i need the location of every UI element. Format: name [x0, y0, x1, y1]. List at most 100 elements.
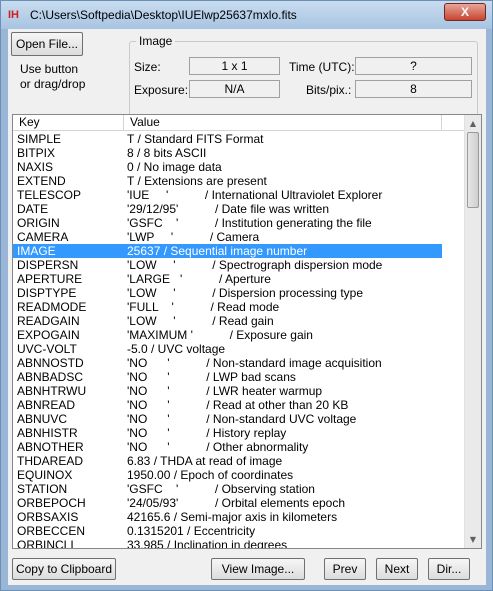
table-row[interactable]: EQUINOX 1950.00 / Epoch of coordinates [13, 468, 466, 482]
table-row[interactable]: DATE '29/12/95' / Date file was written [13, 202, 466, 216]
table-row[interactable]: CAMERA 'LWP ' / Camera [13, 230, 466, 244]
table-row[interactable]: UVC-VOLT -5.0 / UVC voltage [13, 342, 466, 356]
row-value: 0 / No image data [127, 160, 222, 174]
row-key: READMODE [17, 300, 87, 314]
row-key: EXTEND [17, 174, 66, 188]
row-key: TELESCOP [17, 188, 82, 202]
table-row[interactable]: ORIGIN 'GSFC ' / Institution generating t… [13, 216, 466, 230]
row-value: '24/05/93' / Orbital elements epoch [127, 496, 346, 510]
row-value: 6.83 / THDA at read of image [127, 454, 283, 468]
hint-line-2: or drag/drop [20, 77, 86, 91]
row-key: ABNUVC [17, 412, 68, 426]
scroll-thumb[interactable] [467, 132, 479, 208]
row-value: 'MAXIMUM ' / Exposure gain [127, 328, 313, 342]
row-value: 33.985 / Inclination in degrees [127, 538, 288, 549]
vertical-scrollbar[interactable]: ▲ ▼ [464, 115, 481, 548]
table-row[interactable]: ORBINCLI 33.985 / Inclination in degrees [13, 538, 466, 549]
row-key: ABNHTRWU [17, 384, 87, 398]
table-row[interactable]: THDAREAD 6.83 / THDA at read of image [13, 454, 466, 468]
table-row[interactable]: READGAIN 'LOW ' / Read gain [13, 314, 466, 328]
table-rows: SIMPLE T / Standard FITS Format BITPIX 8 / … [13, 132, 466, 549]
table-row[interactable]: ABNUVC 'NO ' / Non-standard UVC voltage [13, 412, 466, 426]
row-value: 'FULL ' / Read mode [127, 300, 280, 314]
row-key: APERTURE [17, 272, 83, 286]
table-row[interactable]: BITPIX 8 / 8 bits ASCII [13, 146, 466, 160]
copy-to-clipboard-button[interactable]: Copy to Clipboard [12, 558, 116, 580]
table-row[interactable]: ABNREAD 'NO ' / Read at other than 20 KB [13, 398, 466, 412]
row-key: ORBINCLI [17, 538, 74, 549]
drag-drop-hint: Use button or drag/drop [20, 62, 110, 92]
table-row[interactable]: ABNOTHER 'NO ' / Other abnormality [13, 440, 466, 454]
row-value: 'NO ' / Non-standard image acquisition [127, 356, 382, 370]
prev-button[interactable]: Prev [324, 558, 366, 580]
table-row[interactable]: ORBEPOCH '24/05/93' / Orbital elements ep… [13, 496, 466, 510]
header-table[interactable]: Key Value SIMPLE T / Standard FITS Format… [12, 114, 482, 549]
row-key: ORBEPOCH [17, 496, 86, 510]
row-value: 'NO ' / Other abnormality [127, 440, 309, 454]
table-row[interactable]: SIMPLE T / Standard FITS Format [13, 132, 466, 146]
table-row[interactable]: APERTURE 'LARGE ' / Aperture [13, 272, 466, 286]
time-label: Time (UTC): [289, 60, 355, 74]
row-value: 'LOW ' / Dispersion processing type [127, 286, 363, 300]
row-key: STATION [17, 482, 68, 496]
table-header: Key Value [13, 115, 466, 131]
row-value: 'LOW ' / Read gain [127, 314, 274, 328]
row-key: IMAGE [13, 244, 124, 258]
column-header-value[interactable]: Value [124, 115, 442, 131]
table-row[interactable]: EXTEND T / Extensions are present [13, 174, 466, 188]
scroll-up-icon[interactable]: ▲ [465, 115, 481, 132]
hint-line-1: Use button [20, 62, 79, 76]
size-value: 1 x 1 [189, 57, 280, 75]
table-row[interactable]: ORBECCEN 0.1315201 / Eccentricity [13, 524, 466, 538]
table-row[interactable]: STATION 'GSFC ' / Observing station [13, 482, 466, 496]
table-row[interactable]: TELESCOP 'IUE ' / International Ultraviol… [13, 188, 466, 202]
table-row[interactable]: EXPOGAIN 'MAXIMUM ' / Exposure gain [13, 328, 466, 342]
row-key: ABNHISTR [17, 426, 78, 440]
row-key: ORBECCEN [17, 524, 86, 538]
client-area: Open File... Use button or drag/drop Ima… [8, 29, 486, 585]
close-button[interactable]: X [444, 3, 486, 21]
table-row[interactable]: ABNHISTR 'NO ' / History replay [13, 426, 466, 440]
table-row[interactable]: ABNNOSTD 'NO ' / Non-standard image acqui… [13, 356, 466, 370]
title-bar[interactable]: IH C:\Users\Softpedia\Desktop\IUElwp2563… [1, 1, 492, 29]
scroll-down-icon[interactable]: ▼ [465, 531, 481, 548]
size-label: Size: [134, 60, 161, 74]
row-key: ABNOTHER [17, 440, 84, 454]
row-value: '29/12/95' / Date file was written [127, 202, 330, 216]
row-key: ABNBADSC [17, 370, 84, 384]
column-header-key[interactable]: Key [13, 115, 124, 131]
table-row[interactable]: ABNBADSC 'NO ' / LWP bad scans [13, 370, 466, 384]
row-key: READGAIN [17, 314, 80, 328]
exposure-value: N/A [189, 80, 280, 98]
open-file-button[interactable]: Open File... [11, 32, 83, 56]
row-key: ABNREAD [17, 398, 76, 412]
app-icon: IH [8, 9, 19, 21]
table-row[interactable]: DISPTYPE 'LOW ' / Dispersion processing t… [13, 286, 466, 300]
table-row[interactable]: IMAGE 25637 / Sequential image number [13, 244, 442, 258]
row-key: DISPERSN [17, 258, 79, 272]
table-row[interactable]: ABNHTRWU 'NO ' / LWR heater warmup [13, 384, 466, 398]
table-row[interactable]: DISPERSN 'LOW ' / Spectrograph dispersion… [13, 258, 466, 272]
bits-label: Bits/pix.: [306, 83, 352, 97]
view-image-button[interactable]: View Image... [211, 558, 305, 580]
row-value: 25637 / Sequential image number [124, 244, 442, 258]
row-key: BITPIX [17, 146, 56, 160]
row-key: UVC-VOLT [17, 342, 77, 356]
table-row[interactable]: ORBSAXIS 42165.6 / Semi-major axis in kil… [13, 510, 466, 524]
row-value: 'GSFC ' / Institution generating the fil… [127, 216, 372, 230]
row-value: 8 / 8 bits ASCII [127, 146, 207, 160]
row-key: SIMPLE [17, 132, 62, 146]
row-key: EXPOGAIN [17, 328, 80, 342]
table-row[interactable]: READMODE 'FULL ' / Read mode [13, 300, 466, 314]
row-value: 42165.6 / Semi-major axis in kilometers [127, 510, 338, 524]
dir-button[interactable]: Dir... [428, 558, 470, 580]
next-button[interactable]: Next [376, 558, 418, 580]
row-value: 'GSFC ' / Observing station [127, 482, 315, 496]
row-value: 'NO ' / LWR heater warmup [127, 384, 323, 398]
row-value: 'NO ' / LWP bad scans [127, 370, 296, 384]
bits-value: 8 [355, 80, 472, 98]
row-value: T / Standard FITS Format [127, 132, 264, 146]
table-row[interactable]: NAXIS 0 / No image data [13, 160, 466, 174]
row-value: 'NO ' / Non-standard UVC voltage [127, 412, 357, 426]
row-value: -5.0 / UVC voltage [127, 342, 226, 356]
